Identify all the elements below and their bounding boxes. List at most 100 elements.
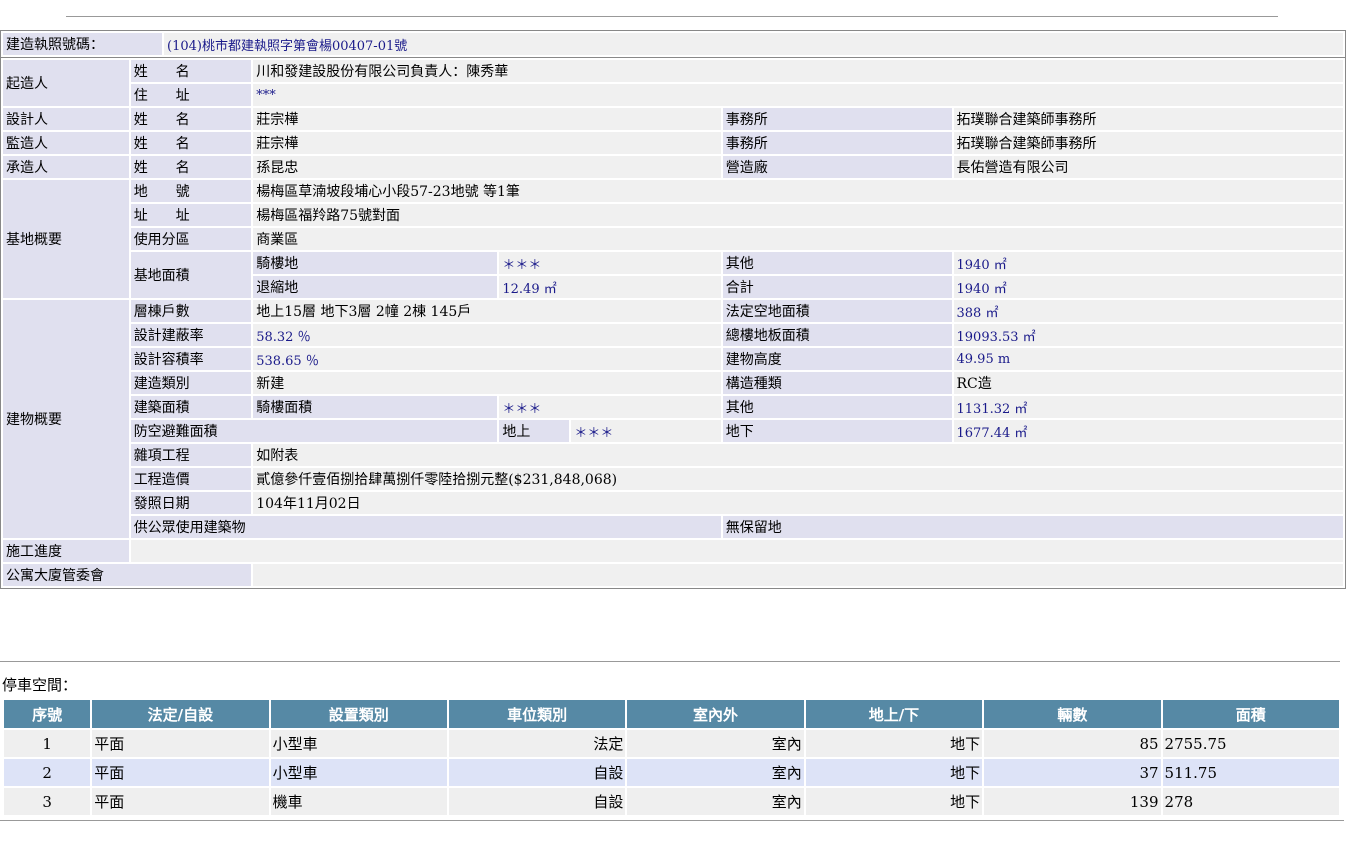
building-open-label: 法定空地面積 <box>722 300 952 322</box>
details-table: 起造人 姓 名 川和發建設股份有限公司負責人：陳秀華 住 址 *** 設計人 姓… <box>0 57 1346 589</box>
building-misc-label: 雜項工程 <box>130 444 252 466</box>
table-row: 3 平面 機車 自設 室內 地下 139 278 <box>4 788 1339 815</box>
building-other: 1131.32 ㎡ <box>953 396 1343 418</box>
site-section: 基地概要 <box>3 180 129 298</box>
progress-label: 施工進度 <box>3 540 129 562</box>
building-floor: 19093.53 ㎡ <box>953 324 1343 346</box>
parking-table: 序號 法定/自設 設置類別 車位類別 室內外 地上/下 輛數 面積 1 平面 小… <box>2 698 1341 817</box>
building-floor-label: 總樓地板面積 <box>722 324 952 346</box>
table-row: 2 平面 小型車 自設 室內 地下 37 511.75 <box>4 759 1339 786</box>
progress-value <box>130 540 1343 562</box>
top-divider <box>66 16 1278 17</box>
site-lot: 楊梅區草湳坡段埔心小段57-23地號 等1筆 <box>253 180 1343 202</box>
building-struct: RC造 <box>953 372 1343 394</box>
col-header-level: 地上/下 <box>805 700 983 728</box>
col-header-setup-type: 設置類別 <box>270 700 447 728</box>
building-misc: 如附表 <box>253 444 1343 466</box>
building-arcade-area-label: 騎樓面積 <box>253 396 498 418</box>
building-type-label: 建造類別 <box>130 372 252 394</box>
owner-addr: *** <box>253 84 1343 106</box>
contractor-office: 長佑營造有限公司 <box>953 156 1343 178</box>
cell-serial: 3 <box>4 788 91 815</box>
site-lot-label: 地 號 <box>130 180 252 202</box>
building-below: 1677.44 ㎡ <box>953 420 1343 442</box>
committee-label: 公寓大廈管委會 <box>3 564 252 586</box>
cell-space-type: 自設 <box>448 759 626 786</box>
cell-serial: 1 <box>4 730 91 757</box>
building-above: ＊＊＊ <box>571 420 721 442</box>
supervisor-name-label: 姓 名 <box>130 132 252 154</box>
building-height: 49.95 m <box>953 348 1343 370</box>
designer-office-label: 事務所 <box>722 108 952 130</box>
supervisor-office: 拓璞聯合建築師事務所 <box>953 132 1343 154</box>
site-addr-label: 址 址 <box>130 204 252 226</box>
site-arcade: ＊＊＊ <box>499 252 721 274</box>
col-header-indoor: 室內外 <box>627 700 804 728</box>
building-section: 建物概要 <box>3 300 129 538</box>
col-header-space-type: 車位類別 <box>448 700 626 728</box>
site-setback-label: 退縮地 <box>253 276 498 298</box>
contractor-name-label: 姓 名 <box>130 156 252 178</box>
cell-level: 地下 <box>805 730 983 757</box>
cell-statutory: 平面 <box>92 730 269 757</box>
building-open: 388 ㎡ <box>953 300 1343 322</box>
building-type: 新建 <box>253 372 721 394</box>
supervisor-section: 監造人 <box>3 132 129 154</box>
owner-name-label: 姓 名 <box>130 60 252 82</box>
building-above-label: 地上 <box>499 420 570 442</box>
permit-table: 建造執照號碼： (104)桃市都建執照字第會楊00407-01號 <box>0 30 1346 58</box>
supervisor-name: 莊宗樺 <box>253 132 721 154</box>
building-arcade-area: ＊＊＊ <box>499 396 721 418</box>
building-reserve-label: 無保留地 <box>722 516 1343 538</box>
building-below-label: 地下 <box>722 420 952 442</box>
contractor-section: 承造人 <box>3 156 129 178</box>
col-header-serial: 序號 <box>4 700 91 728</box>
building-bldg-area-label: 建築面積 <box>130 396 252 418</box>
cell-serial: 2 <box>4 759 91 786</box>
building-shelter-label: 防空避難面積 <box>130 420 498 442</box>
building-units: 地上15層 地下3層 2幢 2棟 145戶 <box>253 300 721 322</box>
permit-label: 建造執照號碼： <box>3 33 162 55</box>
contractor-name: 孫昆忠 <box>253 156 721 178</box>
col-header-count: 輛數 <box>984 700 1161 728</box>
cell-statutory: 平面 <box>92 788 269 815</box>
contractor-office-label: 營造廠 <box>722 156 952 178</box>
col-header-statutory: 法定/自設 <box>92 700 269 728</box>
building-coverage: 58.32 ％ <box>253 324 721 346</box>
cell-count: 85 <box>984 730 1161 757</box>
section-divider <box>0 661 1340 662</box>
cell-area: 2755.75 <box>1162 730 1339 757</box>
site-other-label: 其他 <box>722 252 952 274</box>
supervisor-office-label: 事務所 <box>722 132 952 154</box>
building-far-label: 設計容積率 <box>130 348 252 370</box>
cell-indoor: 室內 <box>627 759 804 786</box>
building-date-label: 發照日期 <box>130 492 252 514</box>
cell-space-type: 自設 <box>448 788 626 815</box>
committee-value <box>253 564 1343 586</box>
designer-name-label: 姓 名 <box>130 108 252 130</box>
site-other: 1940 ㎡ <box>953 252 1343 274</box>
cell-area: 511.75 <box>1162 759 1339 786</box>
building-public-label: 供公眾使用建築物 <box>130 516 721 538</box>
cell-count: 139 <box>984 788 1161 815</box>
building-height-label: 建物高度 <box>722 348 952 370</box>
site-total-label: 合計 <box>722 276 952 298</box>
owner-addr-label: 住 址 <box>130 84 252 106</box>
building-struct-label: 構造種類 <box>722 372 952 394</box>
parking-title: 停車空間： <box>2 676 78 694</box>
site-arcade-label: 騎樓地 <box>253 252 498 274</box>
site-total: 1940 ㎡ <box>953 276 1343 298</box>
site-area-label: 基地面積 <box>130 252 252 298</box>
owner-section: 起造人 <box>3 60 129 106</box>
site-addr: 楊梅區福羚路75號對面 <box>253 204 1343 226</box>
cell-indoor: 室內 <box>627 788 804 815</box>
building-cost: 貳億參仟壹佰捌拾肆萬捌仟零陸拾捌元整($231,848,068) <box>253 468 1343 490</box>
col-header-area: 面積 <box>1162 700 1339 728</box>
permit-number: (104)桃市都建執照字第會楊00407-01號 <box>164 33 1343 55</box>
bottom-divider <box>0 820 1344 821</box>
table-row: 1 平面 小型車 法定 室內 地下 85 2755.75 <box>4 730 1339 757</box>
building-coverage-label: 設計建蔽率 <box>130 324 252 346</box>
site-setback: 12.49 ㎡ <box>499 276 721 298</box>
building-far: 538.65 ％ <box>253 348 721 370</box>
cell-setup-type: 小型車 <box>270 759 447 786</box>
